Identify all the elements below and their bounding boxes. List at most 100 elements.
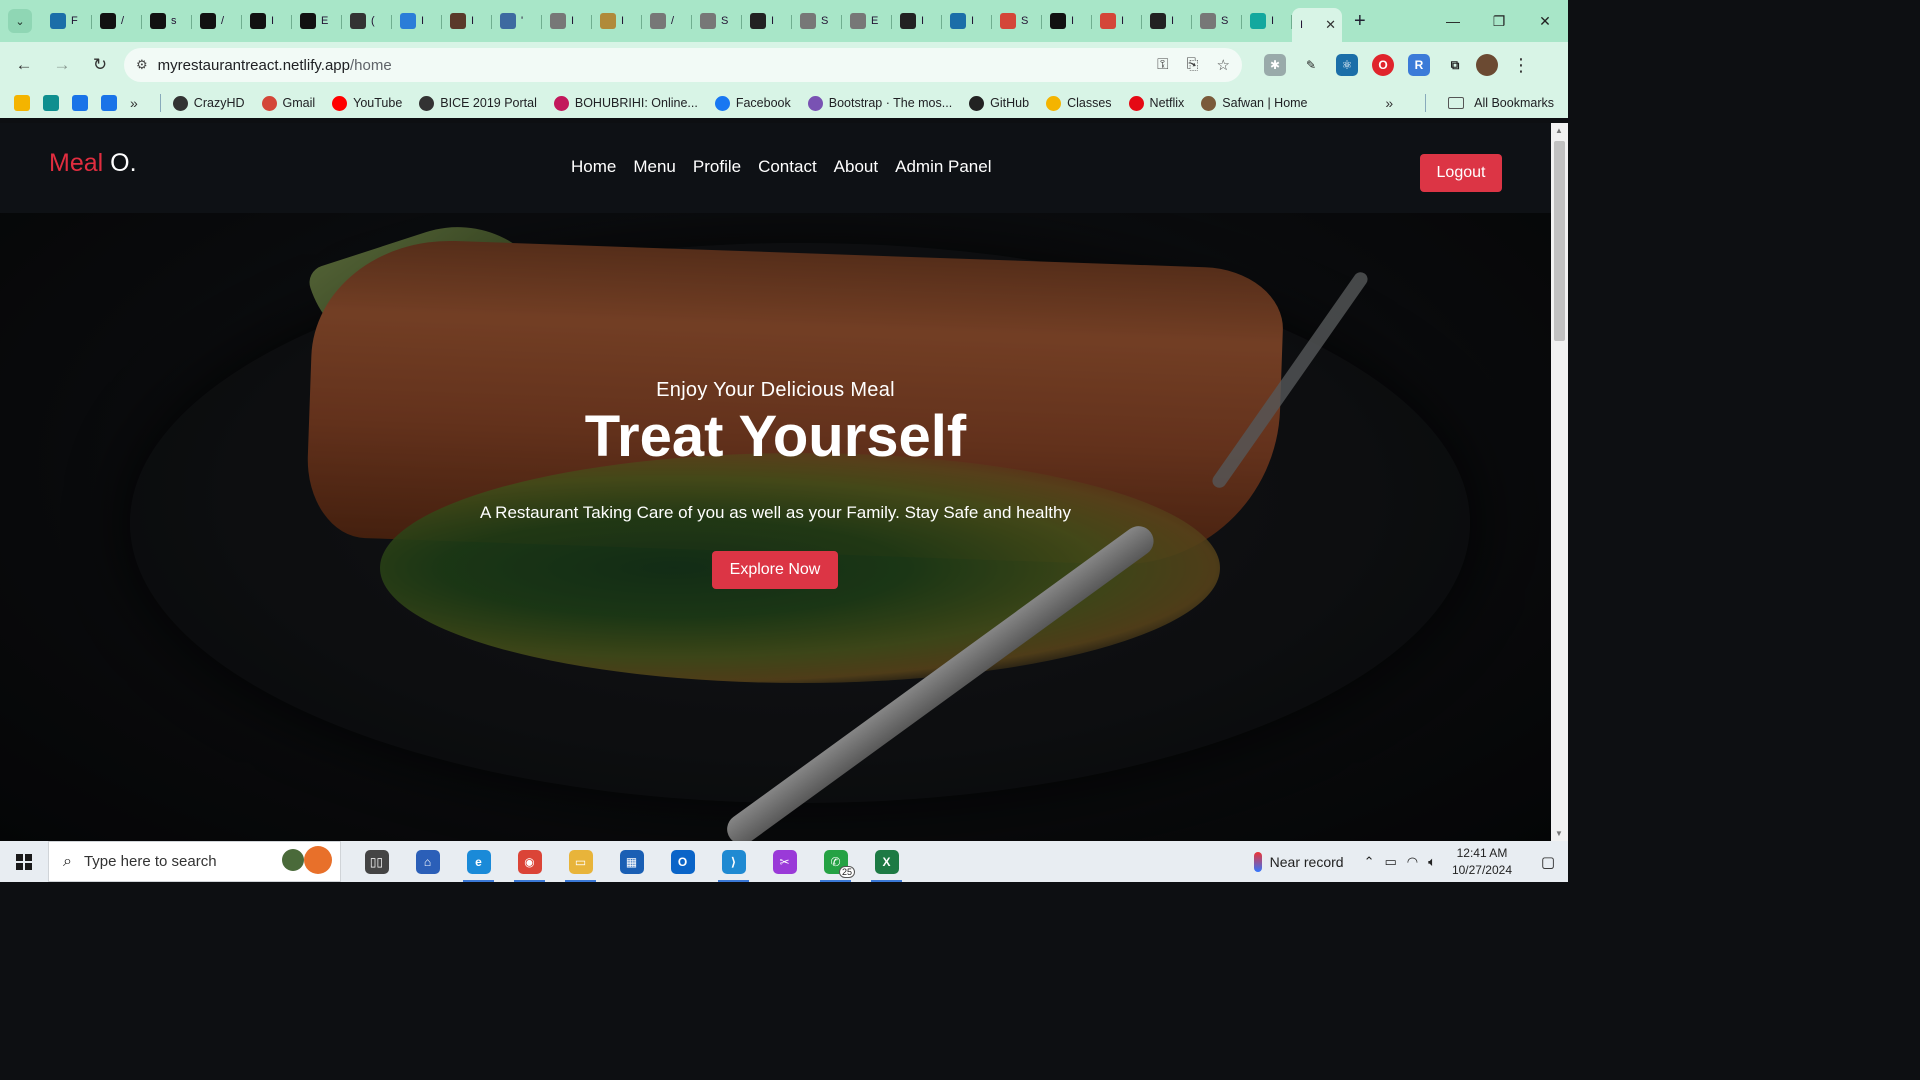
- close-window-button[interactable]: ✕: [1522, 0, 1568, 42]
- volume-icon[interactable]: 🔈︎: [1428, 854, 1436, 870]
- browser-tab[interactable]: E: [842, 6, 892, 36]
- weather-widget[interactable]: Near record: [1253, 851, 1344, 872]
- bookmark-item[interactable]: Netflix: [1128, 95, 1184, 111]
- taskbar-app[interactable]: X: [861, 841, 912, 882]
- maximize-button[interactable]: ❐: [1476, 0, 1522, 42]
- taskbar-app[interactable]: ▯▯: [351, 841, 402, 882]
- nav-link-contact[interactable]: Contact: [758, 157, 817, 177]
- bookmark-item[interactable]: GitHub: [969, 95, 1029, 111]
- scroll-up-icon[interactable]: ▲: [1555, 126, 1563, 135]
- bookmark-item[interactable]: CrazyHD: [172, 95, 245, 111]
- address-bar[interactable]: ⚙ myrestaurantreact.netlify.app/home ⚿ ⎘…: [124, 48, 1242, 82]
- nav-link-menu[interactable]: Menu: [633, 157, 676, 177]
- browser-tab[interactable]: S: [792, 6, 842, 36]
- nav-link-admin-panel[interactable]: Admin Panel: [895, 157, 991, 177]
- chrome-menu-icon[interactable]: ⋮: [1512, 55, 1530, 76]
- show-hidden-icons-icon[interactable]: ⌃: [1364, 854, 1375, 870]
- nav-link-profile[interactable]: Profile: [693, 157, 741, 177]
- eyedropper-extension-icon[interactable]: ✎: [1300, 54, 1322, 76]
- explore-now-button[interactable]: Explore Now: [712, 551, 838, 589]
- bookmarks-more-icon[interactable]: »: [1385, 95, 1393, 111]
- browser-tab[interactable]: /: [642, 6, 692, 36]
- active-tab[interactable]: I ✕: [1292, 8, 1342, 42]
- browser-tab[interactable]: /: [192, 6, 242, 36]
- taskbar-search[interactable]: ⌕ Type here to search: [48, 841, 341, 882]
- browser-tab[interactable]: /: [92, 6, 142, 36]
- nav-link-home[interactable]: Home: [571, 157, 616, 177]
- r-extension-icon[interactable]: R: [1408, 54, 1430, 76]
- password-key-icon[interactable]: ⚿: [1157, 56, 1168, 74]
- logout-button[interactable]: Logout: [1420, 154, 1502, 192]
- profile-avatar[interactable]: [1476, 54, 1498, 76]
- clock[interactable]: 12:41 AM 10/27/2024: [1452, 845, 1512, 879]
- taskbar-app[interactable]: ⟩: [708, 841, 759, 882]
- taskbar-app[interactable]: ⌂: [402, 841, 453, 882]
- forward-button[interactable]: →: [44, 47, 80, 83]
- reload-button[interactable]: ↻: [82, 47, 118, 83]
- browser-tab[interactable]: I: [242, 6, 292, 36]
- browser-tab[interactable]: S: [1192, 6, 1242, 36]
- bookmark-app-icon[interactable]: [101, 95, 117, 111]
- back-button[interactable]: ←: [6, 47, 42, 83]
- taskbar-app[interactable]: ◉: [504, 841, 555, 882]
- browser-tab[interactable]: S: [992, 6, 1042, 36]
- browser-tab[interactable]: I: [742, 6, 792, 36]
- bug-extension-icon[interactable]: ✱: [1264, 54, 1286, 76]
- browser-tab[interactable]: E: [292, 6, 342, 36]
- battery-icon[interactable]: ▭: [1384, 854, 1396, 870]
- bookmark-item[interactable]: Gmail: [261, 95, 315, 111]
- bookmark-app-icon[interactable]: [14, 95, 30, 111]
- bookmark-app-icon[interactable]: [72, 95, 88, 111]
- close-tab-icon[interactable]: ✕: [1325, 17, 1336, 33]
- nav-link-about[interactable]: About: [834, 157, 878, 177]
- puzzle-extensions-icon[interactable]: ⧉: [1444, 54, 1466, 76]
- taskbar-app[interactable]: ✆ 25: [810, 841, 861, 882]
- bookmark-item[interactable]: Classes: [1046, 95, 1112, 111]
- browser-tab[interactable]: ': [492, 6, 542, 36]
- bookmark-overflow-icon[interactable]: »: [130, 95, 138, 111]
- browser-tab[interactable]: S: [692, 6, 742, 36]
- bookmark-item[interactable]: BICE 2019 Portal: [419, 95, 537, 111]
- taskbar-app[interactable]: ▦: [606, 841, 657, 882]
- taskbar-app[interactable]: ▭: [555, 841, 606, 882]
- site-brand[interactable]: Meal O.: [49, 149, 137, 178]
- browser-tab[interactable]: F: [42, 6, 92, 36]
- taskbar-app[interactable]: e: [453, 841, 504, 882]
- browser-tab[interactable]: (: [342, 6, 392, 36]
- bookmark-item[interactable]: YouTube: [332, 95, 402, 111]
- bookmark-app-icon[interactable]: [43, 95, 59, 111]
- start-button[interactable]: [0, 841, 48, 882]
- notifications-icon[interactable]: ▢: [1528, 841, 1568, 882]
- install-app-icon[interactable]: ⎘: [1187, 56, 1199, 74]
- browser-tab[interactable]: I: [442, 6, 492, 36]
- minimize-button[interactable]: —: [1430, 0, 1476, 42]
- browser-tab[interactable]: I: [1242, 6, 1292, 36]
- scrollbar-thumb[interactable]: [1554, 141, 1565, 341]
- bookmark-item[interactable]: Bootstrap · The mos...: [807, 95, 952, 111]
- site-info-icon[interactable]: ⚙: [136, 57, 148, 73]
- all-bookmarks-button[interactable]: All Bookmarks: [1474, 96, 1554, 110]
- bookmark-item[interactable]: BOHUBRIHI: Online...: [553, 95, 698, 111]
- scroll-down-icon[interactable]: ▼: [1555, 829, 1563, 838]
- pumpkin-search-highlight-icon[interactable]: [282, 846, 332, 874]
- taskbar-app[interactable]: O: [657, 841, 708, 882]
- new-tab-button[interactable]: +: [1354, 10, 1366, 33]
- browser-tab[interactable]: I: [592, 6, 642, 36]
- opera-extension-icon[interactable]: O: [1372, 54, 1394, 76]
- browser-tab[interactable]: I: [942, 6, 992, 36]
- tab-search-button[interactable]: ⌄: [8, 9, 32, 33]
- bookmark-star-icon[interactable]: ☆: [1217, 56, 1230, 74]
- browser-tab[interactable]: s: [142, 6, 192, 36]
- bookmark-item[interactable]: Safwan | Home: [1201, 95, 1308, 111]
- browser-tab[interactable]: I: [1042, 6, 1092, 36]
- page-scrollbar[interactable]: ▲ ▼: [1551, 123, 1568, 841]
- browser-tab[interactable]: I: [542, 6, 592, 36]
- browser-tab[interactable]: I: [1092, 6, 1142, 36]
- taskbar-app[interactable]: ✂: [759, 841, 810, 882]
- browser-tab[interactable]: I: [892, 6, 942, 36]
- browser-tab[interactable]: I: [1142, 6, 1192, 36]
- react-devtools-icon[interactable]: ⚛: [1336, 54, 1358, 76]
- wifi-icon[interactable]: ◠: [1407, 854, 1418, 870]
- bookmark-item[interactable]: Facebook: [714, 95, 791, 111]
- browser-tab[interactable]: I: [392, 6, 442, 36]
